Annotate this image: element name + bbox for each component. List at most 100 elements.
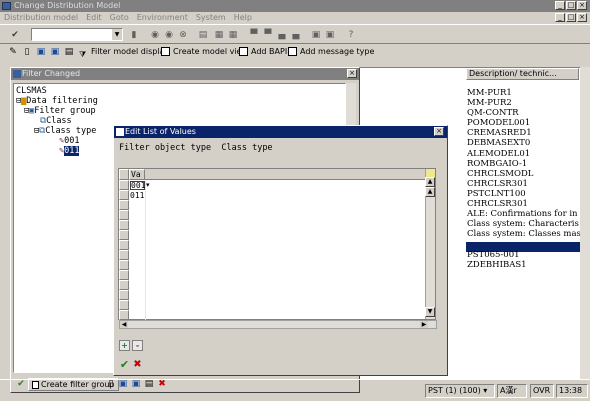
column-settings-icon[interactable] [426, 169, 435, 177]
list-item[interactable]: QM-CONTR [467, 108, 580, 118]
value-cell[interactable]: 001 [130, 181, 145, 190]
menu-distribution-model[interactable]: Distribution model [4, 13, 78, 22]
menu-restore-button[interactable]: □ [566, 13, 576, 22]
add-message-type-button[interactable]: Add message type [288, 44, 374, 60]
list-item[interactable]: PST065-001 [467, 250, 580, 260]
menu-close-button[interactable]: × [577, 13, 587, 22]
menu-edit[interactable]: Edit [86, 13, 102, 22]
list-item[interactable]: ROMBGAIO-1 [467, 159, 580, 169]
tree-node-class[interactable]: ⧉Class [16, 116, 98, 126]
save-icon[interactable]: ▮ [127, 28, 141, 42]
row-selector[interactable] [119, 270, 129, 280]
tree-node-value-001[interactable]: ✎001 [16, 136, 98, 146]
insert-mode-field[interactable]: OVR [530, 384, 554, 398]
dialog-close-button[interactable]: × [434, 127, 444, 136]
row-selector[interactable] [119, 250, 129, 260]
list-item[interactable]: PSTCLNT100 [467, 189, 580, 199]
back-icon[interactable]: ◉ [148, 28, 162, 42]
scroll-down-button[interactable]: ▼ [425, 307, 435, 317]
values-table-hscrollbar[interactable]: ◀ ▶ [119, 320, 437, 329]
value-help-icon[interactable]: ▾ [146, 181, 153, 190]
delete-icon[interactable]: ▯ [20, 45, 34, 59]
view-icon[interactable]: ▤ [62, 45, 76, 59]
description-column-header[interactable]: Description/ technic... [466, 68, 579, 80]
list-item[interactable]: MM-PUR2 [467, 98, 580, 108]
tree-node-data-filtering[interactable]: ⊟▆Data filtering [16, 96, 98, 106]
scroll-top-button[interactable]: ▲ [425, 177, 435, 187]
row-selector[interactable] [119, 200, 129, 210]
row-selector[interactable] [119, 310, 129, 320]
find-next-icon[interactable]: ▦ [226, 28, 240, 42]
find-icon[interactable]: ▦ [212, 28, 226, 42]
list-item[interactable]: ALE: Confirmations for in [467, 209, 580, 219]
list-item[interactable]: CHRCLSR301 [467, 199, 580, 209]
command-field[interactable]: ▼ [31, 28, 123, 41]
list-item[interactable]: POMODEL001 [467, 118, 580, 128]
list-item[interactable]: CHRCLSMODL [467, 169, 580, 179]
tree-node-filter-group[interactable]: ⊟▣Filter group [16, 106, 98, 116]
first-page-icon[interactable]: ▀ [247, 28, 261, 42]
values-table-scrollbar[interactable]: ▲ ▲ ▼ [425, 169, 435, 319]
list-item[interactable]: DEBMASEXT0 [467, 138, 580, 148]
row-selector[interactable] [119, 300, 129, 310]
list-item[interactable]: CHRCLSR301 [467, 179, 580, 189]
list-item[interactable]: CREMASRED1 [467, 128, 580, 138]
scroll-right-button[interactable]: ▶ [420, 321, 428, 328]
menu-minimize-button[interactable]: _ [555, 13, 565, 22]
list-item[interactable]: Class system: Classes mas [467, 229, 580, 239]
value-cell[interactable]: 011 [130, 192, 145, 201]
delete-row-icon[interactable]: - [132, 340, 143, 351]
list-item[interactable]: Class system: Characteris [467, 219, 580, 229]
row-selector[interactable] [119, 220, 129, 230]
enter-icon[interactable]: ✔ [8, 28, 22, 42]
row-selector[interactable] [119, 180, 129, 190]
model-icon[interactable]: ▣ [48, 45, 62, 59]
row-selector[interactable] [119, 260, 129, 270]
add-bapi-button[interactable]: Add BAPI [239, 44, 287, 60]
maximize-button[interactable]: □ [566, 1, 576, 10]
row-selector[interactable] [119, 210, 129, 220]
tree-node-class-type[interactable]: ⊟⧉Class type [16, 126, 98, 136]
minimize-button[interactable]: _ [555, 1, 565, 10]
create-model-view-button[interactable]: Create model view [161, 44, 248, 60]
menu-help[interactable]: Help [234, 13, 252, 22]
menu-goto[interactable]: Goto [110, 13, 129, 22]
scroll-left-button[interactable]: ◀ [120, 321, 128, 328]
print-icon[interactable]: ▤ [196, 28, 210, 42]
row-selector[interactable] [119, 190, 129, 200]
help-icon[interactable]: ? [344, 28, 358, 42]
filter-model-display-button[interactable]: ⧩ Filter model display [79, 44, 169, 60]
ime-indicator[interactable]: A漢r [497, 384, 527, 398]
list-item[interactable] [467, 239, 580, 249]
new-session-icon[interactable]: ▣ [309, 28, 323, 42]
tree-node-value-011[interactable]: ✎011 [16, 146, 98, 156]
confirm-icon[interactable]: ✔ [119, 359, 130, 371]
cancel-icon[interactable]: ⊗ [176, 28, 190, 42]
menu-system[interactable]: System [196, 13, 226, 22]
close-button[interactable]: × [577, 1, 587, 10]
scroll-up-button[interactable]: ▲ [425, 187, 435, 197]
row-selector[interactable] [119, 240, 129, 250]
row-selector[interactable] [119, 290, 129, 300]
select-icon[interactable]: ▣ [34, 45, 48, 59]
list-item[interactable]: ZDEBHIBAS1 [467, 260, 580, 270]
next-page-icon[interactable]: ▄ [275, 28, 289, 42]
insert-row-icon[interactable]: + [119, 340, 130, 351]
exit-icon[interactable]: ◉ [162, 28, 176, 42]
last-page-icon[interactable]: ▄ [289, 28, 303, 42]
shortcut-icon[interactable]: ▣ [323, 28, 337, 42]
row-selector[interactable] [119, 280, 129, 290]
cancel-icon[interactable]: ✖ [132, 360, 143, 371]
edit-icon[interactable]: ✎ [6, 45, 20, 59]
list-item[interactable]: ALEMODEL01 [467, 149, 580, 159]
filter-window-close-button[interactable]: × [347, 69, 357, 78]
select-all-corner[interactable] [119, 169, 129, 180]
value-column-header[interactable]: Va [129, 169, 145, 180]
menu-environment[interactable]: Environment [137, 13, 188, 22]
list-item[interactable]: MM-PUR1 [467, 88, 580, 98]
system-info-field[interactable]: PST (1) (100) ▾ [425, 384, 495, 398]
row-selector[interactable] [119, 230, 129, 240]
chevron-down-icon[interactable]: ▼ [112, 29, 122, 40]
main-scrollbar[interactable] [580, 67, 590, 379]
previous-page-icon[interactable]: ▀ [261, 28, 275, 42]
